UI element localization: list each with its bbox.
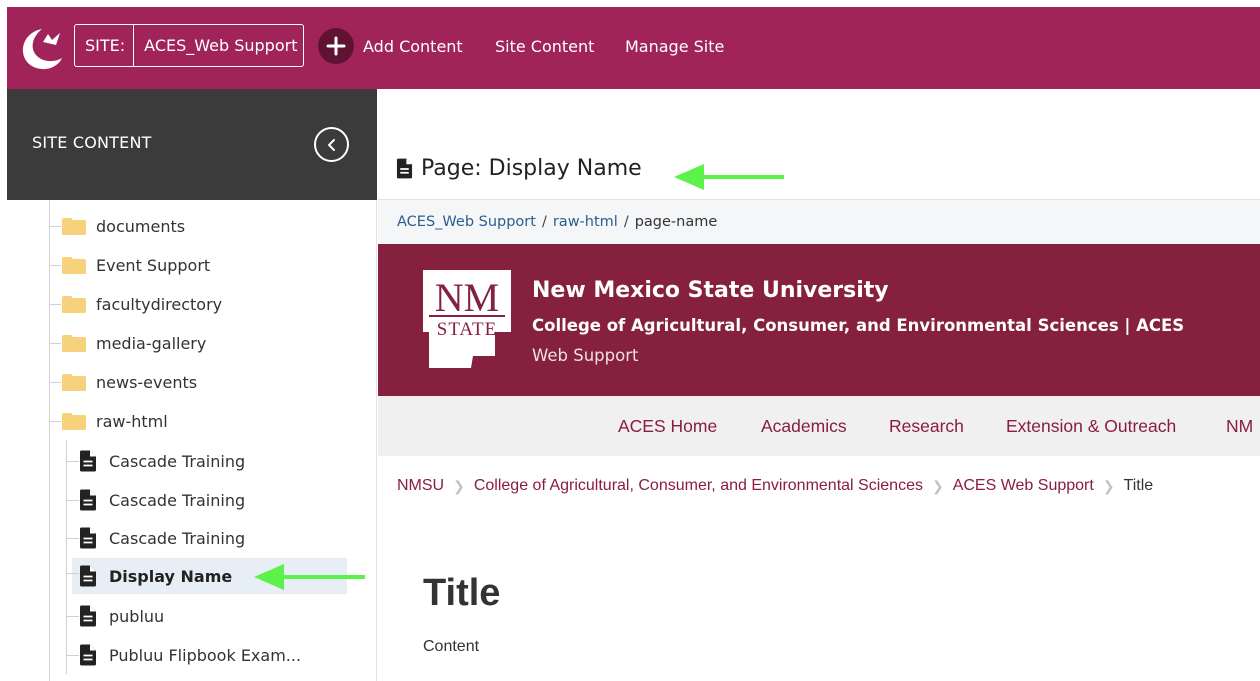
tree-item-label: Display Name xyxy=(109,566,233,586)
tree-item-label: Cascade Training xyxy=(109,528,246,548)
plus-icon xyxy=(318,28,354,64)
college-name[interactable]: College of Agricultural, Consumer, and E… xyxy=(532,316,1184,335)
nav-research[interactable]: Research xyxy=(889,416,964,437)
crumb-college[interactable]: College of Agricultural, Consumer, and E… xyxy=(474,477,923,495)
nav-extension-outreach[interactable]: Extension & Outreach xyxy=(1006,416,1176,437)
add-content-button[interactable]: Add Content xyxy=(318,28,463,64)
green-arrow-annotation xyxy=(254,564,365,590)
tree-folder-documents[interactable]: documents xyxy=(49,211,186,241)
site-value: ACES_Web Support xyxy=(144,36,298,55)
manage-site-link[interactable]: Manage Site xyxy=(625,37,724,56)
file-icon xyxy=(80,605,96,627)
tree-item-label: facultydirectory xyxy=(96,294,223,314)
site-navigation: ACES Home Academics Research Extension &… xyxy=(378,396,1260,456)
university-name[interactable]: New Mexico State University xyxy=(532,278,889,303)
sidebar-title: SITE CONTENT xyxy=(32,133,152,152)
collapse-sidebar-button[interactable] xyxy=(314,127,349,162)
folder-icon xyxy=(62,334,86,352)
site-banner: NM STATE New Mexico State University Col… xyxy=(378,244,1260,396)
breadcrumb-current: page-name xyxy=(634,214,718,230)
top-bar: SITE: ACES_Web Support Add Content Site … xyxy=(7,7,1260,89)
nmsu-logo[interactable]: NM STATE xyxy=(421,268,513,370)
crumb-nmsu[interactable]: NMSU xyxy=(397,477,444,495)
tree-page-publuu[interactable]: publuu xyxy=(67,601,165,631)
tree-item-label: Cascade Training xyxy=(109,490,246,510)
tree-item-label: documents xyxy=(96,216,186,236)
breadcrumb-folder-link[interactable]: raw-html xyxy=(553,214,618,230)
tree-folder-event-support[interactable]: Event Support xyxy=(49,250,211,280)
breadcrumb-site-link[interactable]: ACES_Web Support xyxy=(397,214,536,230)
page-title: Page: Display Name xyxy=(396,156,642,181)
folder-icon xyxy=(62,256,86,274)
tree-item-label: Event Support xyxy=(96,255,211,275)
tree-folder-raw-html[interactable]: raw-html xyxy=(49,406,168,436)
cascade-logo-icon[interactable] xyxy=(16,25,66,71)
folder-icon xyxy=(62,295,86,313)
crumb-aces-web-support[interactable]: ACES Web Support xyxy=(953,477,1094,495)
folder-open-icon xyxy=(62,412,86,430)
tree-page-cascade-training-2[interactable]: Cascade Training xyxy=(67,485,246,515)
department-name: Web Support xyxy=(532,346,639,365)
file-icon xyxy=(80,527,96,549)
folder-icon xyxy=(62,217,86,235)
green-arrow-annotation xyxy=(674,164,784,190)
chevron-right-icon: ❯ xyxy=(453,477,465,494)
breadcrumb: ACES_Web Support / raw-html / page-name xyxy=(378,200,1260,244)
file-icon xyxy=(396,158,413,179)
tree-folder-media-gallery[interactable]: media-gallery xyxy=(49,328,207,358)
tree-item-label: publuu xyxy=(109,606,165,626)
file-icon xyxy=(80,450,96,472)
page-title-text: Page: Display Name xyxy=(421,156,642,181)
content-title: Title xyxy=(423,572,501,614)
file-icon xyxy=(80,489,96,511)
site-label: SITE: xyxy=(75,25,135,66)
nav-aces-home[interactable]: ACES Home xyxy=(618,416,717,437)
nav-academics[interactable]: Academics xyxy=(761,416,847,437)
chevron-left-icon xyxy=(327,138,335,151)
site-content-link[interactable]: Site Content xyxy=(495,37,594,56)
content-breadcrumb: NMSU ❯ College of Agricultural, Consumer… xyxy=(397,477,1153,495)
crumb-current: Title xyxy=(1123,477,1154,494)
logo-nm-text: NM xyxy=(435,275,499,320)
tree-folder-facultydirectory[interactable]: facultydirectory xyxy=(49,289,223,319)
tree-item-label: media-gallery xyxy=(96,333,207,353)
tree-item-label: raw-html xyxy=(96,411,168,431)
file-icon xyxy=(80,565,96,587)
chevron-right-icon: ❯ xyxy=(931,477,944,494)
add-content-label: Add Content xyxy=(363,36,463,56)
logo-state-text: STATE xyxy=(437,319,497,340)
sidebar-header: SITE CONTENT xyxy=(7,89,377,200)
site-content-tree: documents Event Support facultydirectory… xyxy=(7,200,377,681)
tree-item-label: news-events xyxy=(96,372,198,392)
tree-page-cascade-training-3[interactable]: Cascade Training xyxy=(67,523,246,553)
tree-folder-news-events[interactable]: news-events xyxy=(49,367,198,397)
tree-page-publuu-flipbook[interactable]: Publuu Flipbook Exam... xyxy=(67,640,302,670)
content-body: Content xyxy=(423,638,480,655)
chevron-right-icon: ❯ xyxy=(1102,477,1115,494)
site-selector[interactable]: SITE: ACES_Web Support xyxy=(74,24,304,67)
folder-icon xyxy=(62,373,86,391)
nav-nm[interactable]: NM xyxy=(1226,416,1253,437)
file-icon xyxy=(80,644,96,666)
tree-page-cascade-training-1[interactable]: Cascade Training xyxy=(67,446,246,476)
tree-item-label: Publuu Flipbook Exam... xyxy=(109,645,302,665)
tree-item-label: Cascade Training xyxy=(109,451,246,471)
